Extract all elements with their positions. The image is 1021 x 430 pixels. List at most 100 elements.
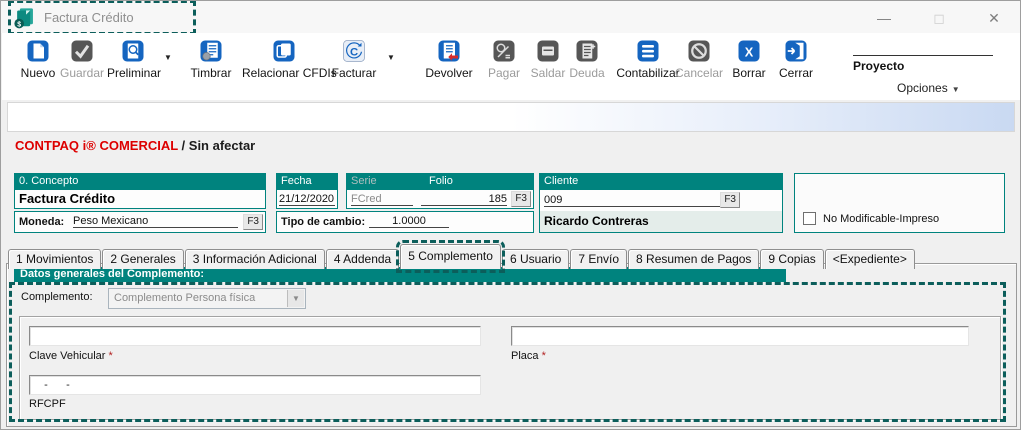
affect-mode-label: / Sin afectar — [177, 138, 256, 153]
combo-dropdown-arrow-icon[interactable]: ▼ — [287, 290, 304, 307]
toolbar-button-pagar: Pagar — [486, 39, 522, 80]
folio-f3-button[interactable]: F3 — [511, 191, 531, 207]
mdi-header-band — [7, 102, 1015, 132]
clave-vehicular-input[interactable] — [29, 326, 481, 346]
toolbar-button-contabilizar[interactable]: Contabilizar — [614, 39, 682, 80]
rfcpf-label: RFCPF — [29, 398, 66, 410]
tab-movimientos[interactable]: 1 Movimientos — [8, 249, 102, 269]
tab-complemento[interactable]: 5 Complemento — [396, 240, 505, 273]
fecha-value[interactable]: 21/12/2020 — [279, 193, 335, 206]
toolbar-label: Facturar — [331, 66, 377, 80]
breadcrumb: CONTPAQ i® COMERCIAL / Sin afectar — [15, 138, 255, 153]
toolbar-label: Saldar — [530, 66, 566, 80]
toolbar-button-deuda: Deuda — [567, 39, 607, 80]
cliente-f3-button[interactable]: F3 — [720, 192, 740, 208]
facturar-convert-icon: C — [343, 40, 365, 62]
toolbar-button-timbrar[interactable]: Timbrar — [185, 39, 237, 80]
cliente-name-value: Ricardo Contreras — [540, 211, 782, 232]
cliente-code-value[interactable]: 009 — [544, 194, 722, 207]
serie-value[interactable]: FCred — [351, 193, 413, 206]
no-modificable-panel: No Modificable-Impreso — [794, 173, 1005, 233]
toolbar-label: Relacionar CFDIs — [242, 66, 337, 80]
preliminar-dropdown-arrow-icon[interactable]: ▼ — [164, 53, 172, 62]
toolbar-button-devolver[interactable]: Devolver — [420, 39, 478, 80]
rfcpf-input[interactable]: - - — [29, 375, 481, 395]
svg-text:X: X — [745, 44, 754, 59]
serie-header: Serie — [351, 175, 377, 187]
toolbar-label: Cancelar — [675, 66, 724, 80]
toolbar-button-borrar[interactable]: X Borrar — [729, 39, 769, 80]
stamp-document-icon — [200, 40, 222, 62]
complemento-section-title: Datos generales del Complemento: — [14, 267, 786, 282]
tab-usuario[interactable]: 6 Usuario — [501, 249, 570, 269]
tab-informacion-adicional[interactable]: 3 Información Adicional — [184, 249, 325, 269]
tab-copias[interactable]: 9 Copias — [760, 249, 824, 269]
related-documents-icon — [273, 40, 295, 62]
close-button[interactable]: ✕ — [977, 5, 1011, 29]
placa-label-text: Placa — [511, 350, 539, 362]
proyecto-label: Proyecto — [853, 55, 993, 73]
tab-strip: 1 Movimientos 2 Generales 3 Información Ad… — [8, 240, 916, 273]
tab-generales[interactable]: 2 Generales — [102, 249, 184, 269]
moneda-panel: Moneda: Peso Mexicano F3 — [14, 211, 266, 233]
complemento-selector-label: Complemento: — [21, 291, 93, 303]
svg-text:$: $ — [17, 21, 21, 28]
cliente-header: Cliente — [540, 174, 782, 190]
tipo-cambio-value[interactable]: 1.0000 — [369, 215, 449, 228]
moneda-f3-button[interactable]: F3 — [243, 214, 263, 230]
return-document-icon — [438, 40, 460, 62]
toolbar-button-nuevo[interactable]: Nuevo — [16, 39, 60, 80]
new-document-icon — [27, 40, 49, 62]
tipo-cambio-label: Tipo de cambio: — [281, 216, 366, 228]
tab-envio[interactable]: 7 Envío — [570, 249, 628, 269]
opciones-caret-icon: ▼ — [951, 85, 960, 94]
print-preview-icon — [122, 40, 144, 62]
toolbar-label: Contabilizar — [616, 66, 680, 80]
title-bar: $ Factura Crédito — ◻ ✕ — [1, 1, 1020, 35]
opciones-dropdown[interactable]: Opciones ▼ — [897, 81, 960, 95]
serie-folio-panel: Serie Folio FCred 185 F3 — [346, 173, 534, 209]
maximize-button[interactable]: ◻ — [922, 5, 956, 29]
required-asterisk: * — [108, 350, 113, 362]
moneda-label: Moneda: — [19, 216, 65, 228]
toolbar-button-cancelar: Cancelar — [675, 39, 723, 80]
window-title: Factura Crédito — [44, 10, 134, 25]
clave-vehicular-label-text: Clave Vehicular — [29, 350, 106, 362]
debt-ledger-icon — [576, 40, 598, 62]
toolbar-button-relacionar-cfdis[interactable]: Relacionar CFDIs — [242, 39, 337, 80]
toolbar-label: Pagar — [487, 66, 521, 80]
app-icon: $ — [14, 7, 33, 28]
toolbar: Nuevo Guardar Preliminar ▼ Timbrar Relac… — [2, 33, 1020, 100]
moneda-value[interactable]: Peso Mexicano — [73, 215, 238, 228]
toolbar-label: Nuevo — [20, 66, 56, 80]
concepto-value: Factura Crédito — [19, 191, 116, 206]
complemento-select[interactable]: Complemento Persona física ▼ — [108, 288, 306, 309]
brand-label: CONTPAQ i® COMERCIAL — [15, 138, 178, 153]
toolbar-button-cerrar[interactable]: Cerrar — [774, 39, 818, 80]
toolbar-button-guardar: Guardar — [60, 39, 104, 80]
toolbar-label: Preliminar — [107, 66, 162, 80]
toolbar-button-facturar[interactable]: C Facturar — [329, 39, 379, 80]
toolbar-button-preliminar[interactable]: Preliminar — [107, 39, 162, 80]
settle-icon — [537, 40, 559, 62]
cancel-prohibition-icon — [688, 40, 710, 62]
tab-expediente[interactable]: <Expediente> — [824, 249, 915, 269]
complemento-selected-value: Complemento Persona física — [114, 292, 256, 304]
facturar-dropdown-arrow-icon[interactable]: ▼ — [387, 53, 395, 62]
toolbar-button-saldar: Saldar — [528, 39, 568, 80]
no-modificable-label: No Modificable-Impreso — [823, 213, 940, 225]
required-asterisk: * — [541, 350, 546, 362]
no-modificable-checkbox[interactable] — [803, 212, 816, 225]
toolbar-label: Cerrar — [778, 66, 813, 80]
factura-credito-window: $ Factura Crédito — ◻ ✕ Nuevo Guardar Pr… — [0, 0, 1021, 430]
opciones-label: Opciones — [897, 81, 948, 95]
delete-x-icon: X — [738, 40, 760, 62]
minimize-button[interactable]: — — [867, 5, 901, 29]
placa-input[interactable] — [511, 326, 969, 346]
tab-resumen-de-pagos[interactable]: 8 Resumen de Pagos — [628, 249, 760, 269]
fecha-header: Fecha — [277, 174, 337, 190]
folio-value[interactable]: 185 — [421, 193, 507, 206]
toolbar-label: Devolver — [425, 66, 473, 80]
svg-text:C: C — [350, 47, 358, 59]
tab-addenda[interactable]: 4 Addenda — [325, 249, 400, 269]
